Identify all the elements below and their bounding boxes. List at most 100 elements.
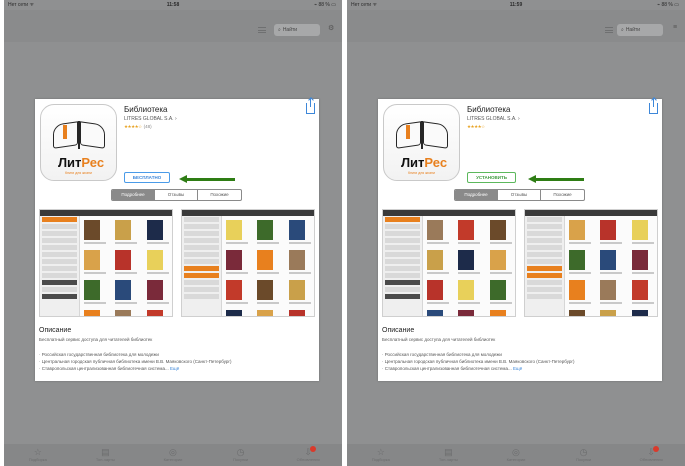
- book-cover: [569, 250, 594, 274]
- tab-updates[interactable]: ⇩ Обновления: [288, 446, 328, 463]
- book-cover-grid: [569, 220, 657, 316]
- tab-top-charts[interactable]: ▤ Топ-чарты: [428, 447, 468, 463]
- segment-related[interactable]: Похожие: [198, 190, 241, 200]
- book-cover: [569, 220, 594, 244]
- segment-related[interactable]: Похожие: [541, 190, 584, 200]
- book-cover: [569, 310, 594, 316]
- app-store-navbar: ⌕ Найти ≡: [347, 10, 685, 42]
- app-icon-litres: ЛитРес Книги для жизни: [383, 104, 460, 181]
- tab-top-charts[interactable]: ▤ Топ-чарты: [85, 447, 125, 463]
- book-cover: [146, 280, 172, 304]
- book-icon: [396, 119, 448, 149]
- segment-reviews[interactable]: Отзывы: [155, 190, 198, 200]
- more-link[interactable]: Ещё: [513, 366, 522, 371]
- search-input[interactable]: ⌕ Найти: [617, 24, 663, 36]
- book-cover: [226, 310, 251, 316]
- book-cover: [146, 310, 172, 316]
- description-title: Описание: [39, 327, 72, 334]
- book-cover: [226, 220, 251, 244]
- book-cover: [427, 220, 452, 244]
- segment-details[interactable]: Подробнее: [455, 190, 498, 200]
- description-text: · Российская государственная библиотека …: [39, 352, 232, 371]
- install-button[interactable]: УСТАНОВИТЬ: [467, 172, 516, 183]
- battery-label: ⌁ 88 % ▭: [657, 2, 679, 8]
- tab-bar: ☆ Подборка ▤ Топ-чарты ◎ Категории ◷ Покупки…: [4, 444, 342, 466]
- book-cover: [146, 250, 172, 274]
- tab-featured[interactable]: ☆ Подборка: [18, 447, 58, 463]
- clock-icon: ◷: [579, 447, 588, 457]
- book-cover: [115, 250, 140, 274]
- book-cover: [84, 280, 109, 304]
- segment-details[interactable]: Подробнее: [112, 190, 155, 200]
- tab-featured[interactable]: ☆ Подборка: [361, 447, 401, 463]
- book-cover: [631, 250, 657, 274]
- star-icon: ★★★★☆: [124, 124, 142, 129]
- list-icon[interactable]: [258, 27, 266, 33]
- book-cover: [288, 220, 314, 244]
- book-cover: [115, 310, 140, 316]
- detail-segmented-control: Подробнее Отзывы Похожие: [111, 189, 242, 201]
- book-cover-grid: [84, 220, 172, 316]
- star-icon: ☆: [33, 447, 42, 457]
- description-subtitle: Бесплатный сервис доступа для читателей …: [39, 337, 153, 342]
- grid-icon: ▤: [101, 447, 110, 457]
- tab-updates[interactable]: ⇩ Обновления: [631, 446, 671, 463]
- status-bar: Нет сети ᯤ 11:59 ⌁ 88 % ▭: [347, 0, 685, 10]
- gear-icon[interactable]: ⚙: [328, 24, 334, 32]
- tab-categories[interactable]: ◎ Категории: [153, 447, 193, 463]
- book-cover: [427, 250, 452, 274]
- book-cover: [288, 280, 314, 304]
- segment-reviews[interactable]: Отзывы: [498, 190, 541, 200]
- search-input[interactable]: ⌕ Найти: [274, 24, 320, 36]
- tab-categories[interactable]: ◎ Категории: [496, 447, 536, 463]
- download-icon: ⇩: [304, 447, 312, 457]
- share-icon[interactable]: [306, 98, 315, 114]
- star-icon: ★★★★☆: [467, 124, 485, 129]
- book-cover: [600, 280, 625, 304]
- app-detail-card: ЛитРес Книги для жизни Библиотека LITRES…: [378, 98, 662, 381]
- screenshot-gallery[interactable]: [39, 209, 315, 317]
- book-cover: [631, 220, 657, 244]
- book-cover: [427, 310, 452, 316]
- app-icon-litres: ЛитРес Книги для жизни: [40, 104, 117, 181]
- arrow-left-icon: [528, 175, 584, 183]
- ipad-screen-free: Нет сети ᯤ 11:58 ⌁ 88 % ▭ ⌕ Найти ⚙ ЛитРе…: [4, 0, 342, 466]
- book-cover: [458, 220, 483, 244]
- description-title: Описание: [382, 327, 415, 334]
- get-free-button[interactable]: БЕСПЛАТНО: [124, 172, 170, 183]
- app-screenshot: [382, 209, 516, 317]
- book-cover: [84, 220, 109, 244]
- share-icon[interactable]: [649, 98, 658, 114]
- battery-label: ⌁ 88 % ▭: [314, 2, 336, 8]
- book-cover: [84, 250, 109, 274]
- detail-segmented-control: Подробнее Отзывы Похожие: [454, 189, 585, 201]
- book-cover: [631, 310, 657, 316]
- rating-count: (48): [143, 124, 152, 129]
- tab-purchases[interactable]: ◷ Покупки: [564, 447, 604, 463]
- book-cover: [288, 250, 314, 274]
- book-cover-grid: [226, 220, 314, 316]
- book-cover: [600, 250, 625, 274]
- book-cover: [458, 310, 483, 316]
- compass-icon: ◎: [169, 447, 177, 457]
- book-cover: [427, 280, 452, 304]
- more-link[interactable]: Ещё: [170, 366, 179, 371]
- compass-icon: ◎: [512, 447, 520, 457]
- search-placeholder: Найти: [282, 27, 298, 33]
- app-store-navbar: ⌕ Найти ⚙: [4, 10, 342, 42]
- app-screenshot: [524, 209, 658, 317]
- tab-purchases[interactable]: ◷ Покупки: [221, 447, 261, 463]
- book-cover: [226, 250, 251, 274]
- list-icon[interactable]: ≡: [673, 24, 677, 31]
- list-icon[interactable]: [605, 27, 613, 33]
- book-cover: [288, 310, 314, 316]
- app-publisher-link[interactable]: LITRES GLOBAL S.A. ›: [467, 116, 520, 122]
- screenshot-gallery[interactable]: [382, 209, 658, 317]
- book-cover: [115, 280, 140, 304]
- app-publisher-link[interactable]: LITRES GLOBAL S.A. ›: [124, 116, 177, 122]
- download-icon: ⇩: [647, 447, 655, 457]
- status-bar: Нет сети ᯤ 11:58 ⌁ 88 % ▭: [4, 0, 342, 10]
- grid-icon: ▤: [444, 447, 453, 457]
- book-cover: [257, 310, 282, 316]
- book-cover: [600, 220, 625, 244]
